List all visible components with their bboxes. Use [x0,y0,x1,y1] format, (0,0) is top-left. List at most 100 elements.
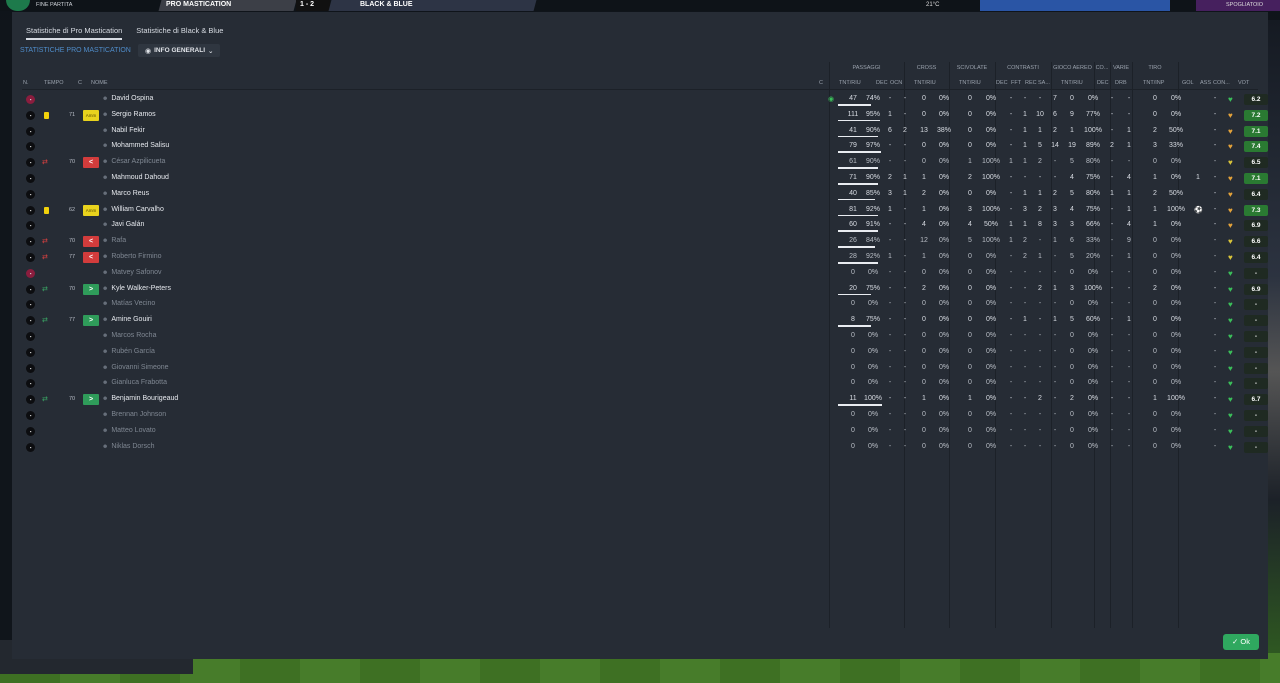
table-row[interactable]: ▪ ☻ Rubén García 0 0% - - 0 0% 0 0% - - - - 0 0% - - 0 0% - ♥ - [22,345,1268,361]
player-name-cell[interactable]: ☻ César Azpilicueta [102,158,165,165]
table-row[interactable]: ▪ ☻ David Ospina ◉ 47 74% - - 0 0% 0 0% - - - 7 0 0% - - 0 0%… [22,92,1268,108]
table-row[interactable]: ▪ ☻ Nabil Fekir 41 90% 6 2 13 38% 0 0% -1 1 2 1 100% -1 2… [22,124,1268,140]
player-name[interactable]: Marco Reus [111,190,149,197]
player-name-cell[interactable]: ☻ Giovanni Simeone [102,364,169,371]
player-name[interactable]: Kyle Walker-Peters [111,285,171,292]
column-header-gol[interactable]: GOL [1182,80,1194,86]
table-row[interactable]: ▪ ☻ Marcos Rocha 0 0% - - 0 0% 0 0% - - - - 0 0% - - 0 0% - ♥ - [22,329,1268,345]
table-row[interactable]: ▪ ☻ Matías Vecino 0 0% - - 0 0% 0 0% - - - - 0 0% - - 0 0% - ♥… [22,297,1268,313]
table-row[interactable]: ▪ ☻ Mahmoud Dahoud 71 90% 2 1 1 0% 2 100% - - - - 4 75% -… [22,171,1268,187]
player-name[interactable]: Javi Galán [111,221,144,228]
player-name[interactable]: Matvey Safonov [111,269,161,276]
player-name[interactable]: Mohammed Salisu [111,142,169,149]
player-name[interactable]: David Ospina [111,95,153,102]
column-header-tempo[interactable]: TEMPO [44,80,64,86]
table-row[interactable]: ▪ ☻ Mohammed Salisu 79 97% - -0 0% 0 0% -1 5 14 19 89%… [22,139,1268,155]
player-name-cell[interactable]: ☻ David Ospina [102,95,153,102]
player-name[interactable]: Matías Vecino [111,300,155,307]
column-header-sciv_tnt[interactable]: TNT/RIU [959,80,981,86]
column-header-cont_fft[interactable]: FFT [1011,80,1021,86]
player-name[interactable]: Rubén García [111,348,155,355]
player-name[interactable]: Rafa [111,237,126,244]
player-name-cell[interactable]: ☻ Javi Galán [102,221,144,228]
player-name-cell[interactable]: ☻ Rafa [102,237,126,244]
stat-crp: 0% [938,363,950,371]
table-row[interactable]: ▪ 71 Amm ☻ Sergio Ramos 111 95% 1 - 0 0% 0 0% - 1 10 6 9 7… [22,108,1268,124]
table-row[interactable]: ▪ ⇄ 70 > ☻ Benjamin Bourigeaud 11 100% - -1 0% 1 0% -… [22,392,1268,408]
tab-away-stats[interactable]: Statistiche di Black & Blue [136,26,223,40]
table-row[interactable]: ▪ ⇄ 70 < ☻ Rafa 26 84% - -12 0% 5 100% 1 2-1 6 33% -9 0 0% -… [22,234,1268,250]
column-header-c[interactable]: C [78,80,82,86]
table-row[interactable]: ▪ ☻ Brennan Johnson 0 0% - - 0 0% 0 0% - - - - 0 0% - - 0 0%… [22,408,1268,424]
match-info-bar[interactable] [980,0,1170,11]
table-row[interactable]: ▪ ☻ Javi Galán 60 91% - -4 0% 4 50% 1 1 8 3 3 66% -4 1 0% -… [22,218,1268,234]
player-name[interactable]: Roberto Firmino [111,253,161,260]
column-header-tiro_tnt[interactable]: TNT/INP [1143,80,1164,86]
event-minute: 70 [69,396,76,403]
column-header-ass[interactable]: ASS [1200,80,1211,86]
dressing-room-label[interactable]: SPOGLIATOIO [1226,2,1263,8]
player-name-cell[interactable]: ☻ Matteo Lovato [102,427,156,434]
player-name-cell[interactable]: ☻ Matvey Safonov [102,269,162,276]
table-row[interactable]: ▪ ⇄ 70 < ☻ César Azpilicueta 61 90% - -0 0% 1 100% 1 1… [22,155,1268,171]
player-name-cell[interactable]: ☻ Marco Reus [102,190,149,197]
player-name-cell[interactable]: ☻ Marcos Rocha [102,332,156,339]
tab-home-stats[interactable]: Statistiche di Pro Mastication [26,26,123,40]
player-name[interactable]: Benjamin Bourigeaud [111,395,178,402]
player-name-cell[interactable]: ☻ Roberto Firmino [102,253,162,260]
column-header-varie_drb[interactable]: DRB [1115,80,1127,86]
player-name-cell[interactable]: ☻ Mahmoud Dahoud [102,174,169,181]
column-header-c2[interactable]: C [819,80,823,86]
column-header-cont_rec[interactable]: REC [1025,80,1037,86]
player-name-cell[interactable]: ☻ Brennan Johnson [102,411,166,418]
player-name[interactable]: Mahmoud Dahoud [111,174,169,181]
table-row[interactable]: ▪ ⇄ 77 < ☻ Roberto Firmino 28 92% 1 - 1 0% 0 0% - 2 1 - 5 2… [22,250,1268,266]
view-selector-button[interactable]: ◉ INFO GENERALI ⌄ [138,44,221,57]
player-name-cell[interactable]: ☻ Niklas Dorsch [102,443,155,450]
table-row[interactable]: ▪ ☻ Niklas Dorsch 0 0% - - 0 0% 0 0% - - - - 0 0% - - 0 0% - ♥… [22,440,1268,456]
table-row[interactable]: ▪ ☻ Matteo Lovato 0 0% - - 0 0% 0 0% - - - - 0 0% - - 0 0% - ♥… [22,424,1268,440]
player-name[interactable]: César Azpilicueta [111,158,165,165]
column-header-co_dec[interactable]: DEC [1097,80,1109,86]
player-name[interactable]: Niklas Dorsch [111,443,154,450]
column-header-pass_tnt[interactable]: TNT/RIU [839,80,861,86]
player-name-cell[interactable]: ☻ Gianluca Frabotta [102,379,167,386]
table-row[interactable]: ▪ 62 Amm ☻ William Carvalho 81 92% 1 - 1 0% 3 100% - 3… [22,203,1268,219]
player-name-cell[interactable]: ☻ Rubén García [102,348,155,355]
column-header-pass_ocn[interactable]: OCN [890,80,902,86]
player-name-cell[interactable]: ☻ Kyle Walker-Peters [102,285,171,292]
table-row[interactable]: ▪ ⇄ 70 > ☻ Kyle Walker-Peters 20 75% - -2 0% 0 0% - -2… [22,282,1268,298]
player-name-cell[interactable]: ☻ Matías Vecino [102,300,155,307]
column-header-nome[interactable]: NOME [91,80,108,86]
player-name[interactable]: William Carvalho [111,206,164,213]
player-name[interactable]: Amine Gouiri [111,316,151,323]
ok-button[interactable]: ✓ Ok [1223,634,1259,650]
column-header-cross_tnt[interactable]: TNT/RIU [914,80,936,86]
stat-scp: 0% [985,253,997,260]
table-row[interactable]: ▪ ⇄ 77 > ☻ Amine Gouiri 8 75% - -0 0% 0 0% -1-1 5 60% -1… [22,313,1268,329]
column-header-con[interactable]: CON... [1213,80,1230,86]
player-name-cell[interactable]: ☻ Sergio Ramos [102,111,156,118]
column-header-aereo_tnt[interactable]: TNT/RIU [1061,80,1083,86]
table-row[interactable]: ▪ ☻ Matvey Safonov 0 0% - - 0 0% 0 0% - - - - 0 0% - - 0 0% -… [22,266,1268,282]
player-name-cell[interactable]: ☻ Nabil Fekir [102,127,145,134]
player-name[interactable]: Giovanni Simeone [111,364,168,371]
player-name[interactable]: Nabil Fekir [111,127,144,134]
column-header-pass_dec[interactable]: DEC [876,80,888,86]
column-header-n[interactable]: N. [23,80,29,86]
table-row[interactable]: ▪ ☻ Marco Reus 40 85% 3 1 2 0% 0 0% - 1 1 2 5 80% 1 1 2 50% -… [22,187,1268,203]
table-row[interactable]: ▪ ☻ Gianluca Frabotta 0 0% - - 0 0% 0 0% - - - - 0 0% - - 0… [22,376,1268,392]
table-row[interactable]: ▪ ☻ Giovanni Simeone 0 0% - - 0 0% 0 0% - - - - 0 0% - - 0 0… [22,361,1268,377]
player-name[interactable]: Marcos Rocha [111,332,156,339]
column-header-cont_sa[interactable]: SA... [1038,80,1050,86]
player-name[interactable]: Brennan Johnson [111,411,166,418]
column-header-cont_dec[interactable]: DEC [996,80,1008,86]
player-name-cell[interactable]: ☻ Amine Gouiri [102,316,152,323]
player-name-cell[interactable]: ☻ Benjamin Bourigeaud [102,395,178,402]
player-name[interactable]: Sergio Ramos [111,111,155,118]
player-name-cell[interactable]: ☻ William Carvalho [102,206,164,213]
player-name[interactable]: Gianluca Frabotta [111,379,167,386]
player-name-cell[interactable]: ☻ Mohammed Salisu [102,142,169,149]
player-name[interactable]: Matteo Lovato [111,427,155,434]
column-header-vot[interactable]: VOT [1238,80,1249,86]
